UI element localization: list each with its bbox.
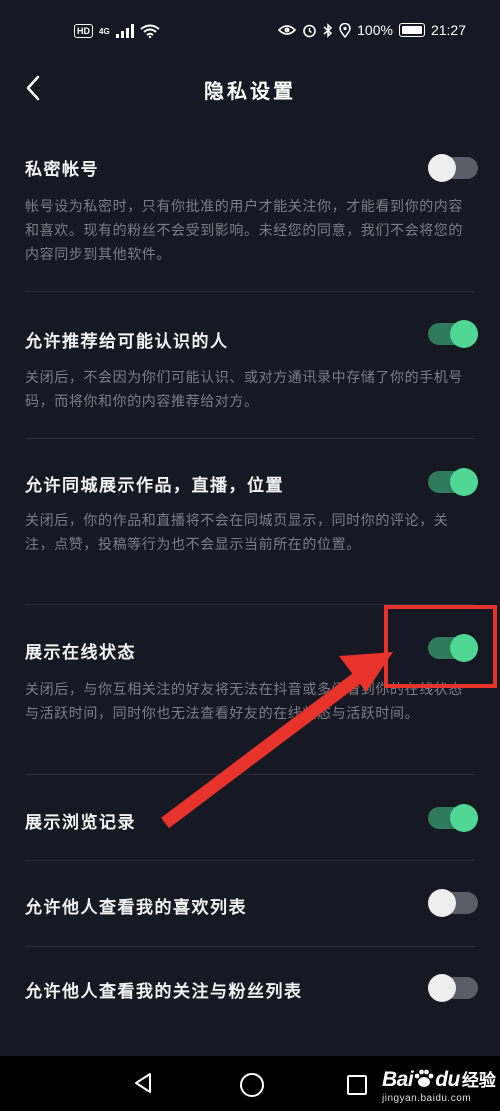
divider: [25, 291, 475, 292]
setting-description: 关闭后，不会因为你们可能认识、或对方通讯录中存储了你的手机号码，而将你和你的内容…: [25, 370, 463, 410]
highlight-box: [384, 605, 497, 688]
bluetooth-icon: [323, 22, 333, 38]
setting-description: 关闭后，你的作品和直播将不会在同城页显示，同时你的评论，关注，点赞，投稿等行为也…: [25, 513, 449, 553]
nav-home-icon[interactable]: [240, 1073, 264, 1097]
signal-icon: [115, 24, 134, 38]
nav-back-icon[interactable]: [133, 1072, 153, 1094]
setting-title: 允许他人查看我的喜欢列表: [25, 898, 247, 918]
status-left: HD 4G: [74, 24, 160, 38]
setting-description: 帐号设为私密时，只有你批准的用户才能关注你，才能看到你的内容和喜欢。现有的粉丝不…: [25, 199, 463, 263]
nav-recent-icon[interactable]: [347, 1075, 367, 1095]
title-bar: 隐私设置: [0, 60, 500, 118]
setting-title: 允许同城展示作品，直播，位置: [25, 476, 284, 496]
browsing-history-toggle[interactable]: [428, 804, 478, 832]
status-bar: HD 4G 100% 21:27: [0, 0, 500, 60]
setting-row-browsing-history: 展示浏览记录: [0, 775, 500, 861]
private-account-toggle[interactable]: [428, 154, 478, 182]
location-icon: [339, 22, 351, 38]
setting-title: 允许推荐给可能认识的人: [25, 332, 229, 352]
watermark-logo-suffix: du: [435, 1068, 460, 1091]
status-right: 100% 21:27: [278, 22, 466, 38]
watermark-logo: Bai: [382, 1068, 414, 1091]
follow-list-toggle[interactable]: [428, 974, 478, 1002]
page-title: 隐私设置: [204, 79, 296, 103]
network-type: 4G: [99, 26, 110, 36]
clock: 21:27: [430, 22, 466, 38]
setting-title: 允许他人查看我的关注与粉丝列表: [25, 982, 303, 1002]
setting-title: 展示在线状态: [25, 643, 136, 663]
setting-title: 私密帐号: [25, 160, 99, 180]
nearby-toggle[interactable]: [428, 468, 478, 496]
battery-icon: [398, 23, 425, 37]
setting-row-nearby: 允许同城展示作品，直播，位置 关闭后，你的作品和直播将不会在同城页显示，同时你的…: [0, 439, 500, 605]
battery-percent: 100%: [357, 22, 393, 38]
setting-row-follow-list: 允许他人查看我的关注与粉丝列表: [0, 947, 500, 1033]
setting-row-private-account: 私密帐号 帐号设为私密时，只有你批准的用户才能关注你，才能看到你的内容和喜欢。现…: [0, 118, 500, 293]
wifi-icon: [140, 24, 160, 38]
watermark-url: jingyan.baidu.com: [382, 1093, 472, 1104]
hd-badge: HD: [74, 24, 93, 38]
setting-row-recommend: 允许推荐给可能认识的人 关闭后，不会因为你们可能认识、或对方通讯录中存储了你的手…: [0, 293, 500, 439]
paw-icon: [414, 1069, 434, 1087]
recommend-toggle[interactable]: [428, 320, 478, 348]
eye-icon: [278, 25, 297, 35]
alarm-icon: [303, 24, 316, 37]
likes-list-toggle[interactable]: [428, 889, 478, 917]
setting-row-likes-list: 允许他人查看我的喜欢列表: [0, 861, 500, 947]
watermark-text: 经验: [461, 1071, 496, 1091]
baidu-watermark: Bai du 经验: [382, 1066, 496, 1092]
setting-title: 展示浏览记录: [25, 813, 136, 833]
